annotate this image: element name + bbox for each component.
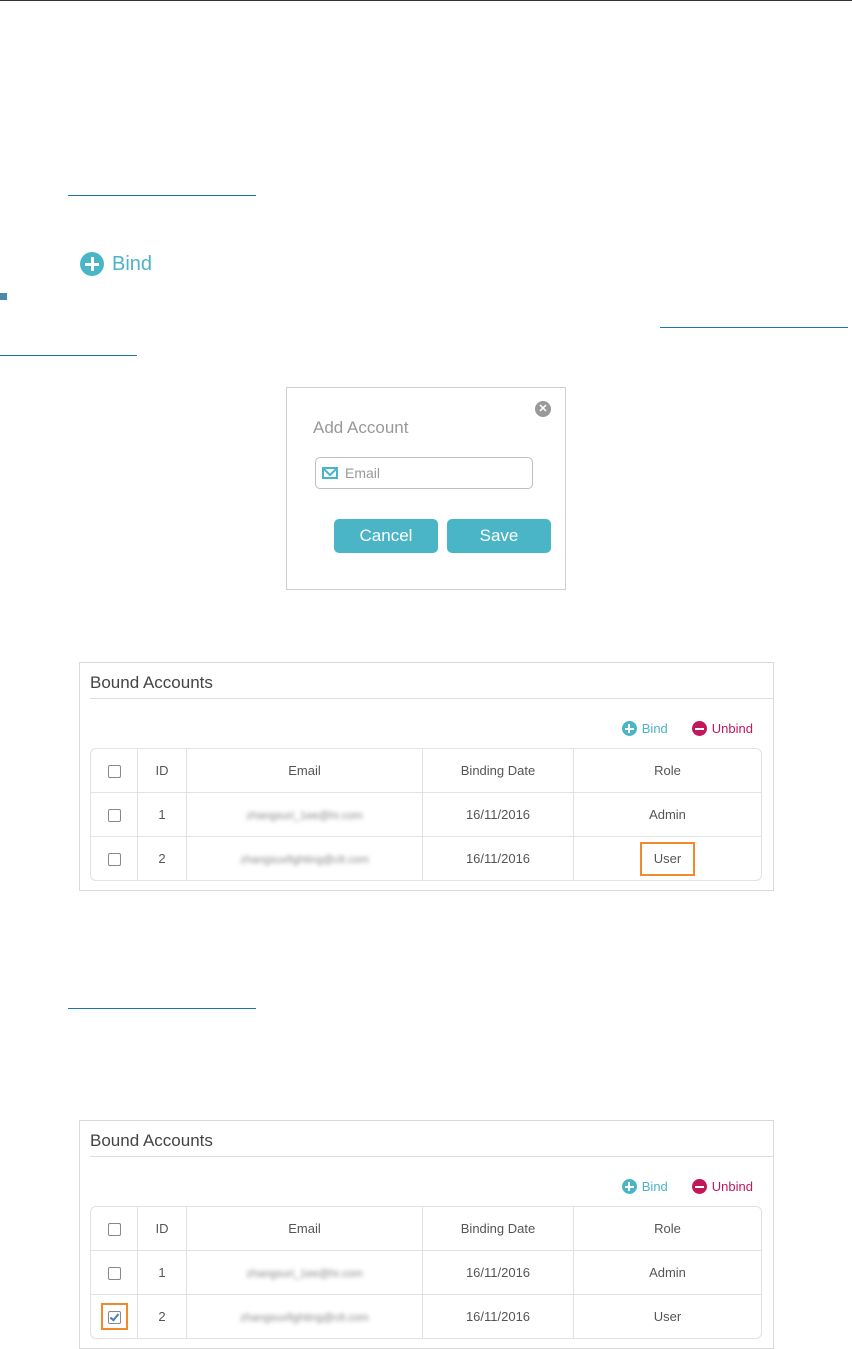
bound-accounts-panel: Bound Accounts Bind Unbind ID Email Bind… [79, 662, 774, 891]
row-id: 2 [138, 837, 187, 880]
row-email-cell: zhangsuri_1ee@hr.com [187, 1251, 423, 1295]
minus-circle-icon [691, 721, 707, 736]
save-button[interactable]: Save [447, 519, 551, 553]
accounts-table: ID Email Binding Date Role 1 zhangsuri_1… [90, 1206, 762, 1339]
minus-circle-icon [691, 1179, 707, 1194]
row-email: zhangsuxfighting@clt.com [240, 854, 369, 866]
note-bullet [0, 293, 7, 300]
row-id: 1 [138, 793, 187, 837]
column-header-id: ID [138, 749, 187, 793]
column-header-role: Role [574, 749, 761, 793]
panel-divider [90, 698, 773, 699]
table-row: 1 zhangsuri_1ee@hr.com 16/11/2016 Admin [91, 793, 761, 837]
table-header-row: ID Email Binding Date Role [91, 1207, 761, 1251]
row-id: 1 [138, 1251, 187, 1295]
row-id: 2 [138, 1295, 187, 1338]
row-select-cell [91, 1251, 138, 1295]
row-email: zhangsuri_1ee@hr.com [246, 1268, 363, 1280]
row-role: Admin [574, 1251, 761, 1295]
bind-button[interactable]: Bind [621, 721, 668, 736]
table-row: 2 zhangsuxfighting@clt.com 16/11/2016 Us… [91, 837, 761, 880]
row-checkbox[interactable] [107, 853, 121, 867]
row-email-cell: zhangsuxfighting@clt.com [187, 1295, 423, 1338]
unbind-label: Unbind [711, 1179, 753, 1194]
plus-circle-icon [621, 1179, 637, 1194]
column-header-role: Role [574, 1207, 761, 1251]
select-all-cell [91, 1207, 138, 1251]
bind-button[interactable]: Bind [621, 1179, 668, 1194]
bind-label: Bind [641, 721, 668, 736]
link-underline[interactable] [68, 195, 256, 196]
link-underline[interactable] [68, 1008, 256, 1009]
panel-divider [90, 1156, 773, 1157]
cancel-button[interactable]: Cancel [334, 519, 438, 553]
add-account-dialog: ✕ Add Account Email Cancel Save [286, 387, 566, 590]
unbind-button[interactable]: Unbind [691, 1179, 753, 1194]
row-checkbox-checked[interactable] [107, 1311, 121, 1325]
row-role-highlighted[interactable]: User [639, 841, 696, 876]
email-placeholder: Email [345, 465, 381, 481]
select-all-cell [91, 749, 138, 793]
row-checkbox[interactable] [107, 809, 121, 823]
panel-title: Bound Accounts [90, 673, 213, 692]
row-checkbox[interactable] [107, 1267, 121, 1281]
unbind-label: Unbind [711, 721, 753, 736]
accounts-table: ID Email Binding Date Role 1 zhangsuri_1… [90, 748, 762, 881]
panel-title: Bound Accounts [90, 1131, 213, 1150]
row-role: User [653, 1309, 682, 1324]
row-email: zhangsuri_1ee@hr.com [246, 810, 363, 822]
email-input[interactable]: Email [315, 457, 533, 489]
row-role-cell: User [574, 837, 761, 880]
plus-circle-icon [621, 721, 637, 736]
row-select-cell [91, 793, 138, 837]
table-row: 2 zhangsuxfighting@clt.com 16/11/2016 Us… [91, 1295, 761, 1338]
bound-accounts-panel: Bound Accounts Bind Unbind ID Email Bind… [79, 1120, 774, 1349]
row-date: 16/11/2016 [423, 1251, 574, 1295]
column-header-email: Email [187, 749, 423, 793]
row-email: zhangsuxfighting@clt.com [240, 1312, 369, 1324]
unbind-button[interactable]: Unbind [691, 721, 753, 736]
link-underline[interactable] [660, 327, 848, 328]
column-header-binding-date: Binding Date [423, 1207, 574, 1251]
column-header-id: ID [138, 1207, 187, 1251]
row-role: Admin [574, 793, 761, 837]
panel-actions: Bind Unbind [621, 1179, 753, 1194]
bind-button-large[interactable]: Bind [80, 252, 152, 276]
bind-label: Bind [112, 252, 153, 275]
link-underline[interactable] [0, 355, 137, 356]
row-date: 16/11/2016 [423, 793, 574, 837]
select-all-checkbox[interactable] [107, 1223, 121, 1237]
close-icon[interactable]: ✕ [535, 401, 551, 417]
row-select-cell [91, 1295, 138, 1338]
panel-actions: Bind Unbind [621, 721, 753, 736]
row-email-cell: zhangsuxfighting@clt.com [187, 837, 423, 880]
table-header-row: ID Email Binding Date Role [91, 749, 761, 793]
row-date: 16/11/2016 [423, 1295, 574, 1338]
bind-label: Bind [641, 1179, 668, 1194]
column-header-email: Email [187, 1207, 423, 1251]
dialog-title: Add Account [313, 418, 409, 437]
plus-circle-icon [80, 252, 104, 276]
top-divider [0, 0, 852, 1]
table-row: 1 zhangsuri_1ee@hr.com 16/11/2016 Admin [91, 1251, 761, 1295]
column-header-binding-date: Binding Date [423, 749, 574, 793]
row-email-cell: zhangsuri_1ee@hr.com [187, 793, 423, 837]
row-checkbox-highlight [100, 1302, 128, 1331]
row-select-cell [91, 837, 138, 880]
envelope-icon [322, 467, 338, 479]
select-all-checkbox[interactable] [107, 765, 121, 779]
row-date: 16/11/2016 [423, 837, 574, 880]
